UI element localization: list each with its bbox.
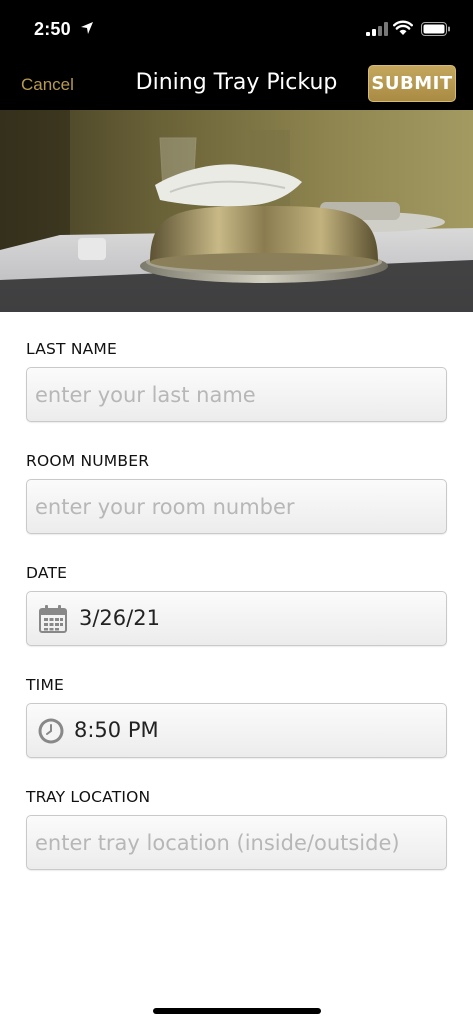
room-number-label: ROOM NUMBER [26,452,150,470]
last-name-field[interactable] [26,367,447,422]
cellular-signal-icon [366,22,388,36]
home-indicator[interactable] [153,1008,321,1014]
wifi-icon [393,20,413,35]
tray-location-field[interactable] [26,815,447,870]
room-number-field[interactable] [26,479,447,534]
status-bar: 2:50 [0,0,473,58]
date-label: DATE [26,564,68,582]
battery-icon [421,22,450,36]
tray-location-label: TRAY LOCATION [26,788,151,806]
status-time: 2:50 [34,19,71,39]
date-value: 3/26/21 [79,606,160,630]
location-arrow-icon [81,22,93,34]
navigation-bar: Cancel Dining Tray Pickup SUBMIT [0,58,473,110]
room-number-input[interactable] [35,480,440,533]
last-name-input[interactable] [35,368,440,421]
clock-icon [38,718,64,744]
tray-location-input[interactable] [35,816,440,869]
time-value: 8:50 PM [74,718,159,742]
calendar-icon [39,605,67,633]
submit-button[interactable]: SUBMIT [368,65,456,102]
time-label: TIME [26,676,65,694]
dining-tray-photo [0,110,473,312]
hero-image [0,110,473,312]
date-field[interactable]: 3/26/21 [26,591,447,646]
last-name-label: LAST NAME [26,340,117,358]
time-field[interactable]: 8:50 PM [26,703,447,758]
